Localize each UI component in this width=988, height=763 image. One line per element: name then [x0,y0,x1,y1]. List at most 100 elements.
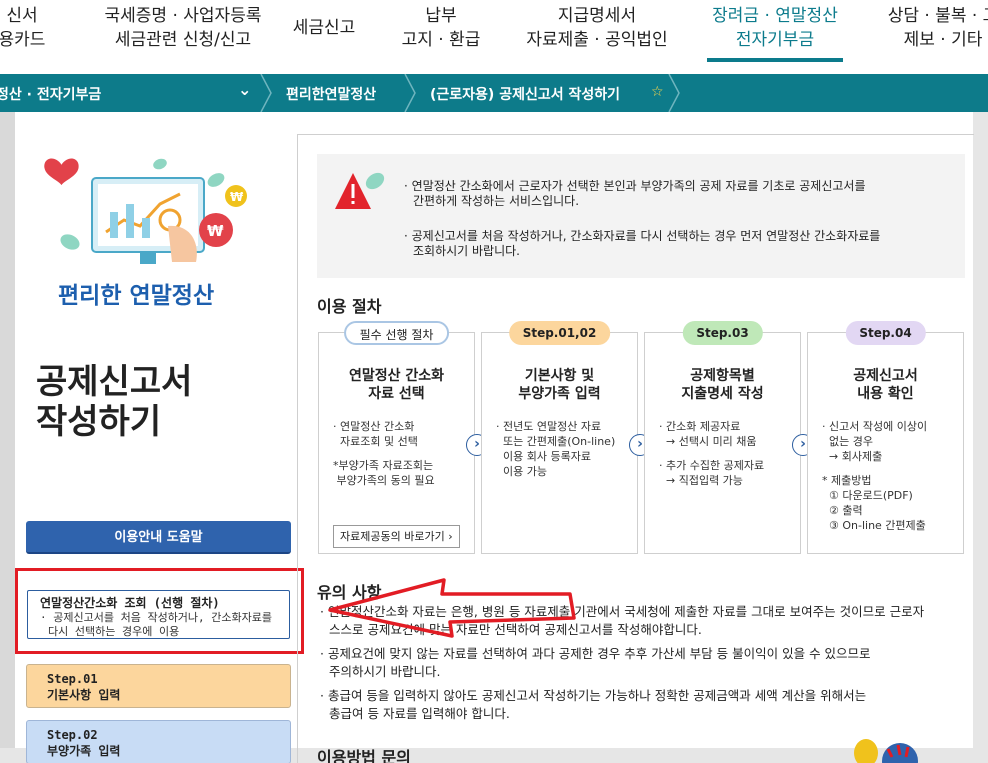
breadcrumb-item-easy-settlement[interactable]: 편리한연말정산 [286,84,376,104]
inquiry-heading: 이용방법 문의 [317,748,411,763]
card-badge: Step.03 [682,321,763,345]
page: 신서 용카드 국세증명 · 사업자등록 세금관련 신청/신고 세금신고 납부 고… [0,0,988,763]
menu-label: 장려금 · 연말정산 [712,6,838,26]
menu-label: 용카드 [0,30,46,50]
svg-text:₩: ₩ [230,190,244,204]
breadcrumb-separator-icon [260,74,272,112]
procedure-card-step-01-02: Step.01,02 기본사항 및 부양가족 입력 · 전년도 연말정산 자료 … [481,321,638,554]
dim-overlay-right [973,112,988,763]
card-badge: 필수 선행 절차 [343,321,450,345]
card-body-line: 또는 간편제출(On-line) [496,435,616,448]
card-body-line: → 선택시 미리 채움 [659,435,757,448]
breadcrumb-separator-icon [404,74,416,112]
procedure-card-step-03: Step.03 공제항목별 지출명세 작성 · 간소화 제공자료 → 선택시 미… [644,321,801,554]
active-menu-underline [707,58,843,62]
pre-step-desc: · 공제신고서를 처음 작성하거나, 간소화자료를 [40,611,273,624]
menu-item-card[interactable]: 신서 용카드 [0,4,52,52]
card-title-line: 부양가족 입력 [518,386,601,402]
card-title: 연말정산 간소화 자료 선택 [319,367,474,403]
menu-label: 전자기부금 [735,30,815,50]
step-name: 부양가족 입력 [47,744,121,758]
menu-item-tax-return[interactable]: 세금신고 [284,16,364,40]
procedure-heading: 이용 절차 [317,297,382,316]
step-label: Step.02 [47,728,98,742]
menu-label: 세금신고 [292,18,356,38]
note-line: 총급여 등 자료를 입력해야 합니다. [329,706,510,721]
sidebar-step-02[interactable]: Step.02 부양가족 입력 [26,720,291,763]
chevron-down-icon[interactable]: ⌄ [238,80,251,99]
usage-guide-button[interactable]: 이용안내 도움말 [26,521,291,554]
card-body: · 간소화 제공자료 → 선택시 미리 채움 · 추가 수집한 공제자료 → 직… [659,419,764,488]
procedure-card-step-04: Step.04 공제신고서 내용 확인 · 신고서 작성에 이상이 없는 경우 … [807,321,964,554]
card-body: · 연말정산 간소화 자료조회 및 선택 *부양가족 자료조회는 부양가족의 동… [333,419,435,488]
mascot-illustration [854,739,918,763]
monitor-chart-illustration: ₩ ₩ [44,158,247,264]
menu-label: 신서 [6,6,38,26]
card-body-line: 자료조회 및 선택 [333,435,418,448]
breadcrumb-separator-icon [668,74,680,112]
card-body-line: 부양가족의 동의 필요 [333,474,435,487]
card-title-line: 기본사항 및 [524,368,595,384]
card-title-line: 내용 확인 [857,386,914,402]
card-body-line: · 연말정산 간소화 [333,420,415,433]
menu-item-certificate[interactable]: 국세증명 · 사업자등록 세금관련 신청/신고 [88,4,278,52]
card-body-line: *부양가족 자료조회는 [333,459,434,472]
card-title: 기본사항 및 부양가족 입력 [482,367,637,403]
card-body-line: · 신고서 작성에 이상이 [822,420,928,433]
card-body-line: ② 출력 [822,504,863,517]
card-title-line: 공제항목별 [690,368,755,384]
menu-item-consult[interactable]: 상담 · 불복 · 고 제보 · 기타 [878,4,988,52]
card-title-line: 지출명세 작성 [681,386,764,402]
menu-item-year-end-settlement[interactable]: 장려금 · 연말정산 전자기부금 [700,4,850,52]
favorite-star-icon[interactable]: ☆ [651,84,664,100]
menu-label: 납부 [425,6,457,26]
card-body-line: ③ On-line 간편제출 [822,519,926,532]
card-body-line: 없는 경우 [822,435,873,448]
svg-text:₩: ₩ [207,222,224,240]
page-title-line: 공제신고서 [36,362,193,402]
data-consent-shortcut-button[interactable]: 자료제공동의 바로가기 › [333,525,460,548]
breadcrumb-item-current[interactable]: (근로자용) 공제신고서 작성하기 [430,84,620,104]
menu-label: 지급명세서 [557,6,637,26]
card-body-line: 이용 가능 [496,465,547,478]
sidebar-step-01[interactable]: Step.01 기본사항 입력 [26,664,291,708]
menu-label: 국세증명 · 사업자등록 [104,6,262,26]
breadcrumb: 정산 · 전자기부금 ⌄ 편리한연말정산 (근로자용) 공제신고서 작성하기 ☆ [0,74,988,112]
card-title: 공제항목별 지출명세 작성 [645,367,800,403]
menu-label: 상담 · 불복 · 고 [887,6,988,26]
card-body: · 전년도 연말정산 자료 또는 간편제출(On-line) 이용 회사 등록자… [496,419,615,479]
card-body: · 신고서 작성에 이상이 없는 경우 → 회사제출 * 제출방법 ① 다운로드… [822,419,927,533]
card-body-line: * 제출방법 [822,474,872,487]
card-title-line: 연말정산 간소화 [348,368,445,384]
procedure-card-prerequisite: 필수 선행 절차 연말정산 간소화 자료 선택 · 연말정산 간소화 자료조회 … [318,321,475,554]
card-body-line: · 전년도 연말정산 자료 [496,420,602,433]
note-line: 주의하시기 바랍니다. [329,664,441,679]
pre-step-simplified-data-lookup[interactable]: 연말정산간소화 조회 (선행 절차) · 공제신고서를 처음 작성하거나, 간소… [27,590,290,639]
note-line: · 총급여 등을 입력하지 않아도 공제신고서 작성하기는 가능하나 정확한 공… [320,688,867,703]
card-title-line: 자료 선택 [368,386,425,402]
service-brand: 편리한 연말정산 [58,283,215,309]
menu-item-withholding[interactable]: 지급명세서 자료제출 · 공익법인 [522,4,672,52]
warning-icon [335,172,385,209]
card-body-line: ① 다운로드(PDF) [822,489,913,502]
menu-label: 고지 · 환급 [401,30,481,50]
step-label: Step.01 [47,672,98,686]
notice-line: 조회하시기 바랍니다. [413,244,520,258]
breadcrumb-item-section[interactable]: 정산 · 전자기부금 [0,84,101,104]
service-notice-box [317,154,965,278]
card-title-line: 공제신고서 [853,368,918,384]
page-title-line: 작성하기 [36,402,162,442]
card-badge: Step.01,02 [508,321,611,345]
card-body-line: · 추가 수집한 공제자료 [659,459,765,472]
note-line: · 공제요건에 맞지 않는 자료를 선택하여 과다 공제한 경우 추후 가산세 … [320,646,871,661]
card-body-line: 이용 회사 등록자료 [496,450,591,463]
red-annotation-arrow-icon [328,578,576,638]
card-body-line: → 회사제출 [822,450,883,463]
menu-item-payment[interactable]: 납부 고지 · 환급 [396,4,486,52]
pre-step-title: 연말정산간소화 조회 (선행 절차) [40,596,220,610]
menu-label: 세금관련 신청/신고 [114,30,252,50]
pre-step-desc: 다시 선택하는 경우에 이용 [48,625,180,638]
